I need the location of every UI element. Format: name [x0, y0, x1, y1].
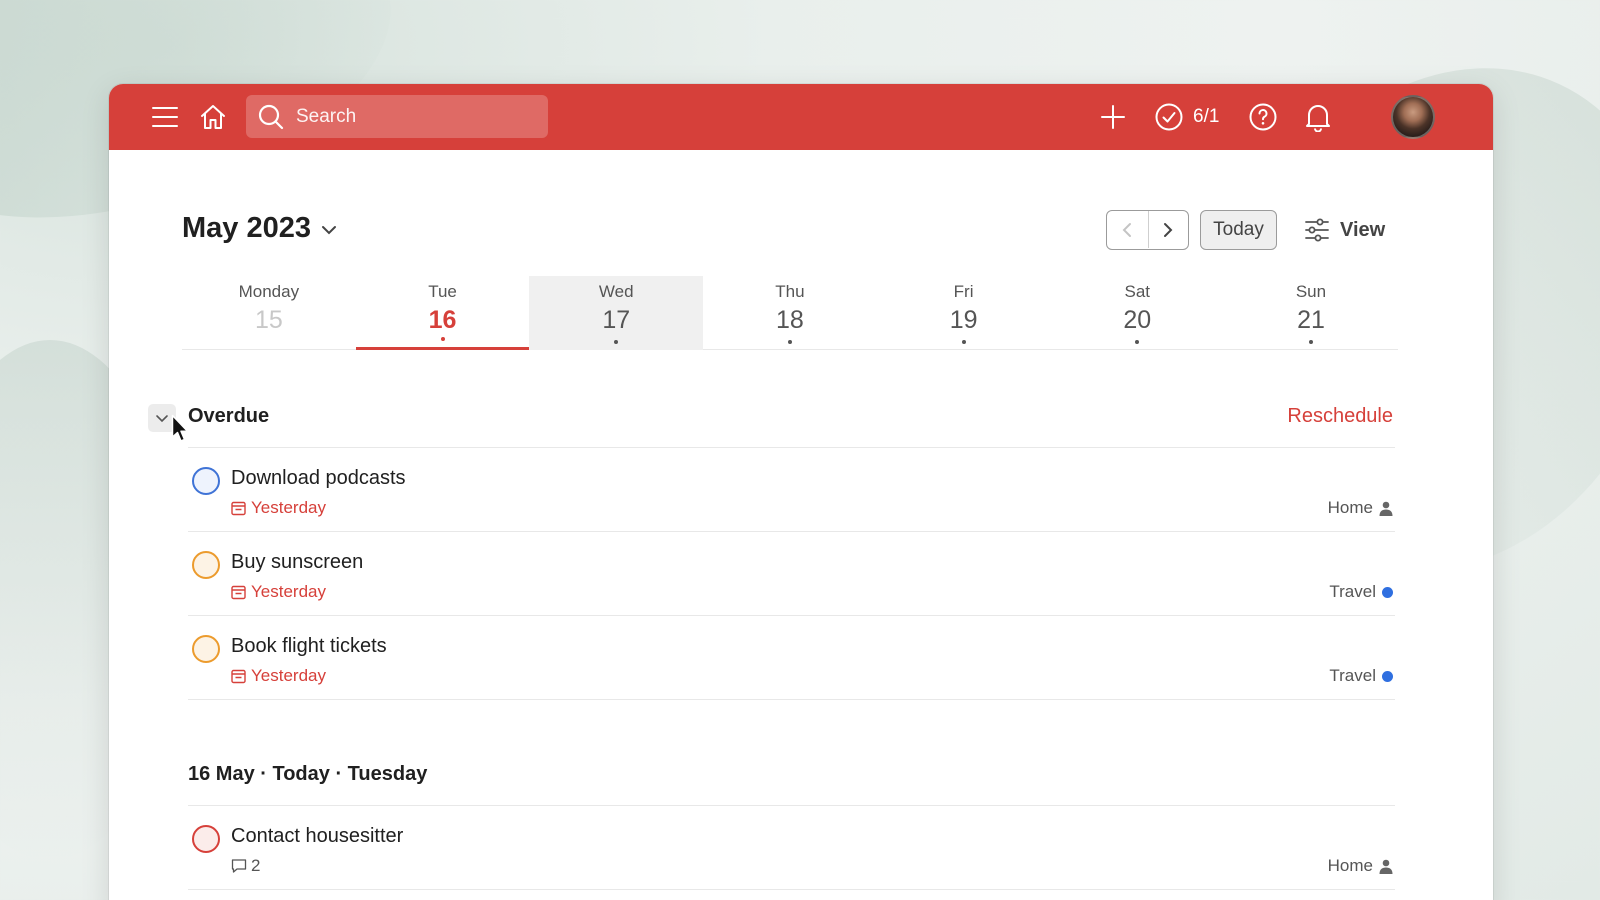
day-tuesday[interactable]: Tue 16 [355, 276, 530, 350]
menu-icon[interactable] [149, 84, 181, 150]
chevron-down-icon [322, 225, 336, 234]
search-input[interactable] [296, 105, 536, 128]
today-section-header: 16 May · Today · Tuesday [188, 744, 1395, 806]
next-week-button[interactable] [1147, 211, 1189, 248]
sliders-icon [1305, 218, 1329, 242]
task-title: Contact housesitter [231, 825, 404, 847]
section-title: 16 May · Today · Tuesday [188, 763, 428, 785]
day-number: 15 [254, 306, 283, 334]
day-sunday[interactable]: Sun 21 [1224, 276, 1398, 350]
productivity-button[interactable]: 6/1 [1155, 84, 1219, 150]
due-date: Yesterday [251, 498, 326, 517]
chevron-right-icon [1164, 222, 1173, 237]
task-due: Yesterday [231, 666, 326, 686]
calendar-icon [231, 669, 246, 683]
task-checkbox[interactable] [192, 467, 220, 495]
day-number: 20 [1123, 306, 1152, 334]
week-strip: Monday 15 Tue 16 Wed 17 Thu 18 Fri 19 Sa… [182, 276, 1398, 350]
notifications-bell-icon[interactable] [1302, 84, 1334, 150]
day-name: Wed [598, 282, 634, 301]
mouse-cursor-icon [171, 414, 189, 442]
check-circle-icon [1155, 103, 1183, 131]
view-button[interactable]: View [1304, 210, 1385, 250]
task-indicator-dot [961, 340, 966, 344]
search-box[interactable] [246, 95, 548, 138]
task-indicator-dot [787, 340, 792, 344]
task-indicator-dot [614, 340, 619, 344]
task-project[interactable]: Travel [1329, 666, 1393, 686]
comment-count: 2 [251, 856, 261, 875]
day-name: Tue [428, 282, 457, 301]
task-title: Download podcasts [231, 467, 406, 489]
week-navigation [1106, 210, 1189, 250]
task-due: Yesterday [231, 498, 326, 518]
task-due: Yesterday [231, 582, 326, 602]
person-icon [1379, 501, 1393, 516]
view-label: View [1340, 218, 1386, 241]
task-checkbox[interactable] [192, 551, 220, 579]
reschedule-link[interactable]: Reschedule [1287, 405, 1393, 428]
task-row[interactable]: Download podcasts Yesterday Home [188, 448, 1395, 532]
task-title: Book flight tickets [231, 635, 387, 657]
karma-count: 6/1 [1193, 106, 1220, 127]
task-indicator-dot [1135, 340, 1140, 344]
due-date: Yesterday [251, 666, 326, 685]
overdue-section-header: Overdue Reschedule [148, 386, 1395, 448]
project-name: Travel [1329, 666, 1376, 685]
calendar-icon [231, 501, 246, 515]
task-checkbox[interactable] [192, 635, 220, 663]
task-row[interactable]: Buy sunscreen Yesterday Travel [188, 532, 1395, 616]
chevron-left-icon [1122, 222, 1132, 237]
previous-week-button[interactable] [1107, 211, 1148, 248]
task-row[interactable]: Book flight tickets Yesterday Travel [188, 616, 1395, 700]
day-name: Thu [775, 282, 805, 301]
project-name: Home [1327, 856, 1373, 875]
task-title: Buy sunscreen [231, 551, 364, 573]
project-color-dot [1382, 586, 1393, 598]
day-number: 19 [949, 306, 978, 334]
add-task-icon[interactable] [1098, 84, 1128, 150]
comment-icon [231, 859, 247, 873]
top-bar: 6/1 [109, 84, 1493, 150]
day-number: 18 [776, 306, 804, 334]
today-button[interactable]: Today [1200, 210, 1277, 250]
user-avatar[interactable] [1391, 95, 1435, 139]
search-icon [258, 104, 284, 129]
day-name: Sun [1295, 282, 1327, 301]
task-checkbox[interactable] [192, 825, 220, 853]
day-number: 16 [428, 306, 457, 334]
month-selector[interactable]: May 2023 [182, 212, 337, 245]
day-number: 21 [1297, 306, 1325, 334]
task-row[interactable]: Contact housesitter 2 Home [188, 806, 1395, 890]
task-project[interactable]: Home [1328, 498, 1393, 518]
task-project[interactable]: Home [1328, 856, 1393, 876]
task-project[interactable]: Travel [1329, 582, 1393, 602]
day-monday[interactable]: Monday 15 [182, 276, 356, 350]
project-name: Travel [1329, 582, 1376, 601]
task-indicator-dot [1308, 340, 1313, 344]
task-indicator-dot [440, 337, 445, 341]
task-comments[interactable]: 2 [231, 856, 260, 876]
day-name: Sat [1124, 282, 1151, 301]
home-icon[interactable] [197, 84, 229, 150]
calendar-icon [231, 585, 246, 599]
project-name: Home [1327, 498, 1373, 517]
person-icon [1379, 859, 1393, 874]
main-content: May 2023 Today View Monday 15 Tue 16 Wed… [109, 150, 1493, 900]
day-friday[interactable]: Fri 19 [877, 276, 1051, 350]
chevron-down-icon [156, 414, 168, 422]
day-name: Fri [953, 282, 974, 301]
day-name: Monday [238, 282, 300, 301]
section-title: Overdue [188, 405, 270, 427]
day-wednesday[interactable]: Wed 17 [529, 276, 704, 350]
help-icon[interactable] [1247, 84, 1279, 150]
day-thursday[interactable]: Thu 18 [703, 276, 877, 350]
app-window: 6/1 May 2023 Today View [109, 84, 1493, 900]
day-number: 17 [602, 306, 631, 334]
due-date: Yesterday [251, 582, 326, 601]
project-color-dot [1382, 670, 1393, 682]
day-saturday[interactable]: Sat 20 [1050, 276, 1224, 350]
month-label: May 2023 [182, 212, 311, 244]
